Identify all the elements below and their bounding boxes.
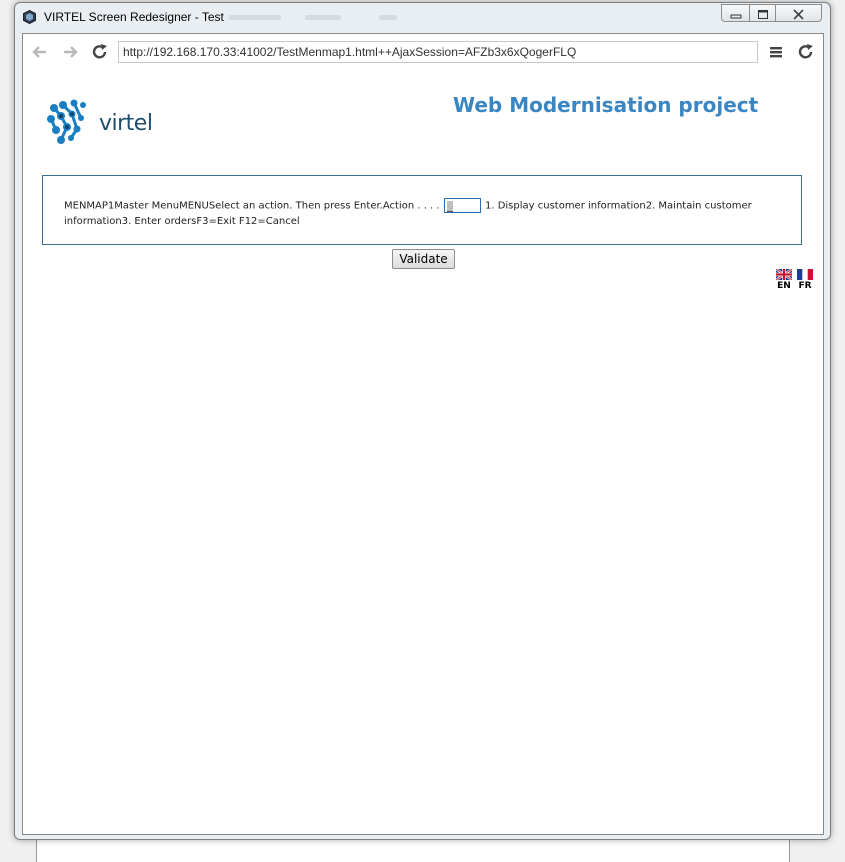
screen-text: MENMAP1Master MenuMENUSelect an action. … (64, 198, 782, 229)
title-blur (379, 15, 397, 20)
screen-panel: MENMAP1Master MenuMENUSelect an action. … (42, 175, 802, 245)
forward-arrow-icon[interactable] (60, 42, 80, 62)
language-fr[interactable]: FR (796, 269, 814, 291)
close-button[interactable] (775, 4, 822, 22)
virtel-logo-mark-icon (47, 99, 86, 144)
uk-flag-icon (776, 269, 792, 280)
title-blur (305, 15, 341, 20)
language-en[interactable]: EN (775, 269, 793, 291)
menu-icon[interactable] (766, 42, 786, 62)
action-input[interactable] (443, 198, 481, 213)
maximize-button[interactable] (749, 4, 776, 22)
maximize-icon (757, 10, 768, 19)
window-title: VIRTEL Screen Redesigner - Test (44, 10, 224, 24)
france-flag-icon (797, 269, 813, 280)
address-bar[interactable]: http://192.168.170.33:41002/TestMenmap1.… (118, 41, 758, 63)
screen-text-before: MENMAP1Master MenuMENUSelect an action. … (64, 200, 440, 212)
close-icon (793, 9, 804, 20)
validate-button[interactable]: Validate (392, 249, 455, 269)
virtel-logo: virtel (45, 98, 155, 148)
minimize-button[interactable] (721, 4, 750, 22)
app-icon (23, 10, 36, 24)
logo-text: virtel (99, 111, 153, 136)
text-cursor (446, 201, 453, 212)
language-label-fr: FR (798, 281, 812, 291)
reload-icon[interactable] (796, 42, 816, 62)
reload-icon[interactable] (90, 42, 110, 62)
page-content: virtel Web Modernisation project MENMAP1… (22, 71, 824, 835)
back-arrow-icon[interactable] (30, 42, 50, 62)
title-blur (229, 15, 281, 20)
minimize-icon (730, 14, 741, 19)
title-bar: VIRTEL Screen Redesigner - Test (15, 3, 830, 31)
browser-window: VIRTEL Screen Redesigner - Test http://1… (14, 2, 831, 840)
page-title: Web Modernisation project (453, 93, 759, 117)
browser-toolbar: http://192.168.170.33:41002/TestMenmap1.… (22, 33, 824, 72)
language-label-en: EN (777, 281, 791, 291)
